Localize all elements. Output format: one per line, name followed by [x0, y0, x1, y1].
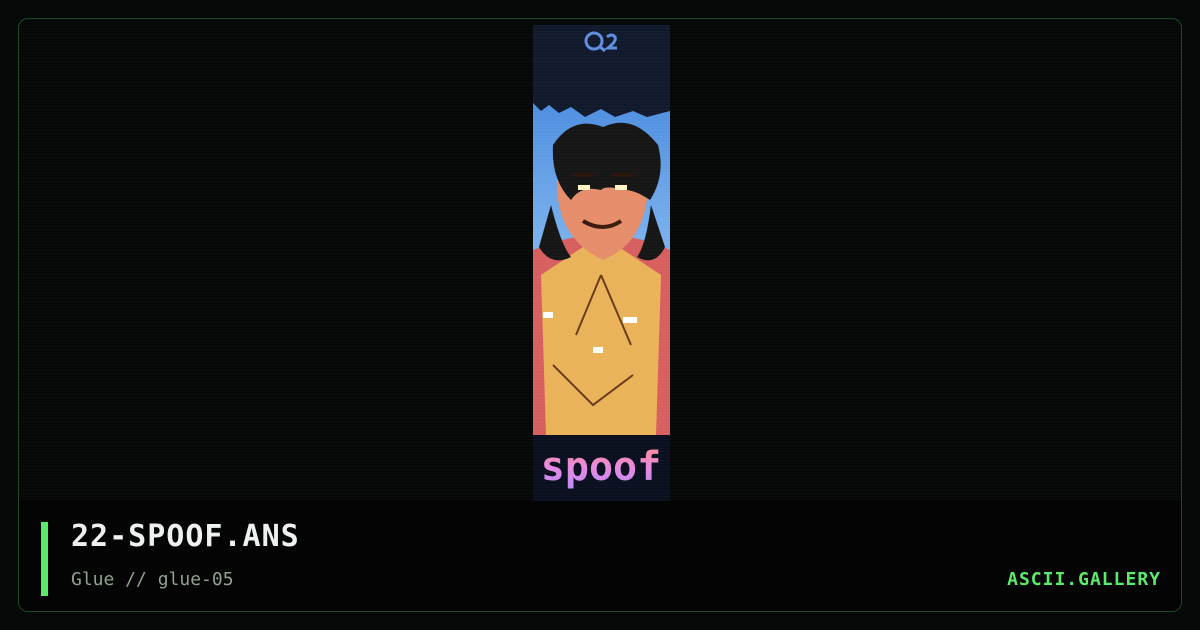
- footer-bar: 22-SPOOF.ANS Glue // glue-05 ASCII.GALLE…: [19, 501, 1181, 611]
- preview-card: spoof 22-SPOOF.ANS Glue // glue-05 ASCII…: [18, 18, 1182, 612]
- pack-subtitle[interactable]: Glue // glue-05: [71, 569, 234, 590]
- accent-bar: [41, 522, 48, 596]
- site-brand[interactable]: ASCII.GALLERY: [1007, 569, 1161, 590]
- spoof-logo-text: spoof: [541, 444, 661, 490]
- artwork-image: spoof: [533, 25, 670, 501]
- file-title[interactable]: 22-SPOOF.ANS: [71, 519, 300, 554]
- ansi-artwork[interactable]: spoof: [533, 25, 670, 501]
